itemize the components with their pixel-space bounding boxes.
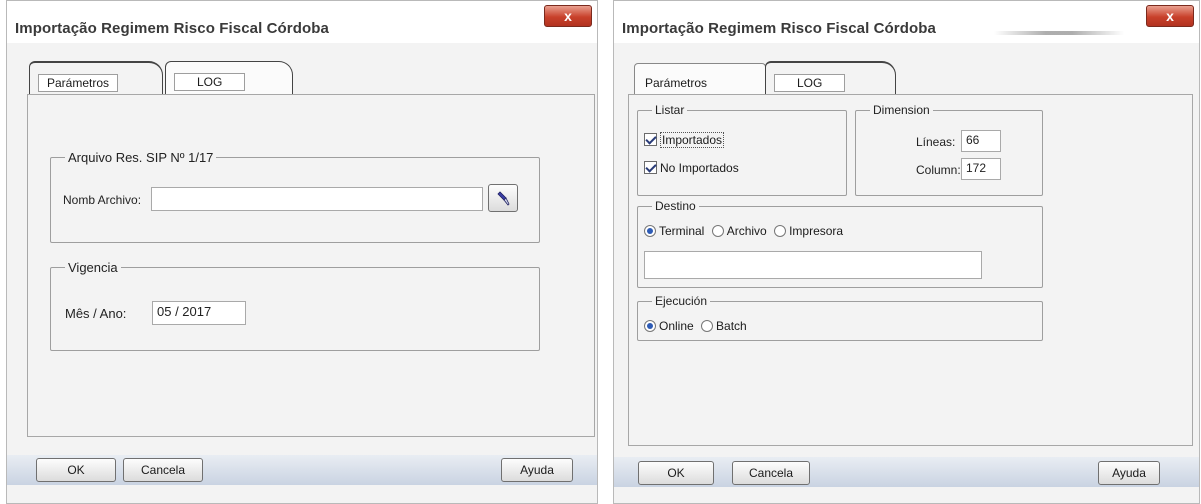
columns-input[interactable]: 172 xyxy=(961,158,1001,180)
archivo-label: Archivo xyxy=(726,224,767,238)
dimension-group: Dimension Líneas: 66 Column: 172 xyxy=(855,103,1043,196)
radio-batch[interactable]: Batch xyxy=(701,319,747,333)
batch-label: Batch xyxy=(716,319,747,333)
no-importados-checkbox[interactable]: No Importados xyxy=(644,161,739,175)
radio-archivo[interactable]: Archivo xyxy=(711,224,767,238)
cancel-button[interactable]: Cancela xyxy=(123,458,203,482)
help-button[interactable]: Ayuda xyxy=(1098,461,1160,485)
month-year-input[interactable]: 05 / 2017 xyxy=(152,301,246,325)
flashlight-icon xyxy=(497,191,510,206)
lines-label: Líneas: xyxy=(916,135,956,149)
tab-parametros[interactable]: Parámetros xyxy=(29,61,163,95)
radio-unselected-icon xyxy=(711,225,724,237)
radio-unselected-icon xyxy=(774,225,787,237)
browse-file-button[interactable] xyxy=(488,184,518,212)
help-button[interactable]: Ayuda xyxy=(501,458,573,482)
cancel-button[interactable]: Cancela xyxy=(732,461,810,485)
importados-checkbox[interactable]: Importados xyxy=(644,132,725,148)
terminal-label: Terminal xyxy=(659,224,705,238)
window-title: Importação Regimem Risco Fiscal Córdoba xyxy=(15,20,329,37)
destination-path-input[interactable] xyxy=(644,251,982,279)
file-name-label: Nomb Archivo: xyxy=(63,193,142,207)
title-shadow xyxy=(994,31,1124,35)
close-button[interactable]: x xyxy=(544,5,592,27)
dimension-legend: Dimension xyxy=(870,103,933,117)
parameters-panel: Arquivo Res. SIP Nº 1/17 Nomb Archivo: V… xyxy=(27,94,595,437)
window-title: Importação Regimem Risco Fiscal Córdoba xyxy=(622,20,936,37)
tab-parametros-label: Parámetros xyxy=(38,74,119,92)
online-label: Online xyxy=(659,319,694,333)
tab-log-label: LOG xyxy=(174,73,246,91)
listar-legend: Listar xyxy=(652,103,688,117)
period-group-legend: Vigencia xyxy=(65,260,121,275)
radio-unselected-icon xyxy=(701,320,714,332)
radio-terminal[interactable]: Terminal xyxy=(644,224,704,238)
ejecucion-group: Ejecución Online Batch xyxy=(637,294,1043,341)
checkbox-checked-icon xyxy=(644,161,657,174)
impresora-label: Impresora xyxy=(789,224,844,238)
listar-group: Listar Importados No Importados xyxy=(637,103,847,196)
destino-group: Destino Terminal Archivo Impresora xyxy=(637,199,1043,288)
importados-label: Importados xyxy=(660,132,725,148)
tab-log-label: LOG xyxy=(774,74,846,92)
tab-log[interactable]: LOG xyxy=(765,61,896,95)
file-group-legend: Arquivo Res. SIP Nº 1/17 xyxy=(65,150,217,165)
close-button[interactable]: x xyxy=(1146,5,1194,27)
ejecucion-options: Online Batch xyxy=(644,319,751,333)
tab-parametros[interactable]: Parámetros xyxy=(634,63,766,97)
checkbox-checked-icon xyxy=(644,133,657,146)
import-dialog-parametros: Importação Regimem Risco Fiscal Córdoba … xyxy=(6,0,598,504)
log-panel: Listar Importados No Importados Dimensio… xyxy=(628,94,1193,446)
button-bar: OK Cancela Ayuda xyxy=(7,455,597,485)
lines-input[interactable]: 66 xyxy=(961,130,1001,152)
title-bar: Importação Regimem Risco Fiscal Córdoba … xyxy=(614,1,1199,43)
button-bar: OK Cancela Ayuda xyxy=(614,457,1199,487)
tab-parametros-label: Parámetros xyxy=(645,76,708,90)
ok-button[interactable]: OK xyxy=(638,461,714,485)
columns-label: Column: xyxy=(916,163,961,177)
radio-impresora[interactable]: Impresora xyxy=(774,224,843,238)
file-name-input[interactable] xyxy=(151,187,483,211)
radio-selected-icon xyxy=(644,320,656,332)
no-importados-label: No Importados xyxy=(660,161,739,175)
import-dialog-log: Importação Regimem Risco Fiscal Córdoba … xyxy=(613,0,1200,504)
period-group: Vigencia Mês / Ano: 05 / 2017 xyxy=(50,260,540,351)
month-year-label: Mês / Ano: xyxy=(65,306,127,321)
destino-options: Terminal Archivo Impresora xyxy=(644,224,847,238)
file-group: Arquivo Res. SIP Nº 1/17 Nomb Archivo: xyxy=(50,150,540,243)
destino-legend: Destino xyxy=(652,199,699,213)
ok-button[interactable]: OK xyxy=(36,458,116,482)
tab-log[interactable]: LOG xyxy=(165,61,293,95)
radio-selected-icon xyxy=(644,225,656,237)
title-bar: Importação Regimem Risco Fiscal Córdoba … xyxy=(7,1,597,43)
radio-online[interactable]: Online xyxy=(644,319,694,333)
ejecucion-legend: Ejecución xyxy=(652,294,711,308)
